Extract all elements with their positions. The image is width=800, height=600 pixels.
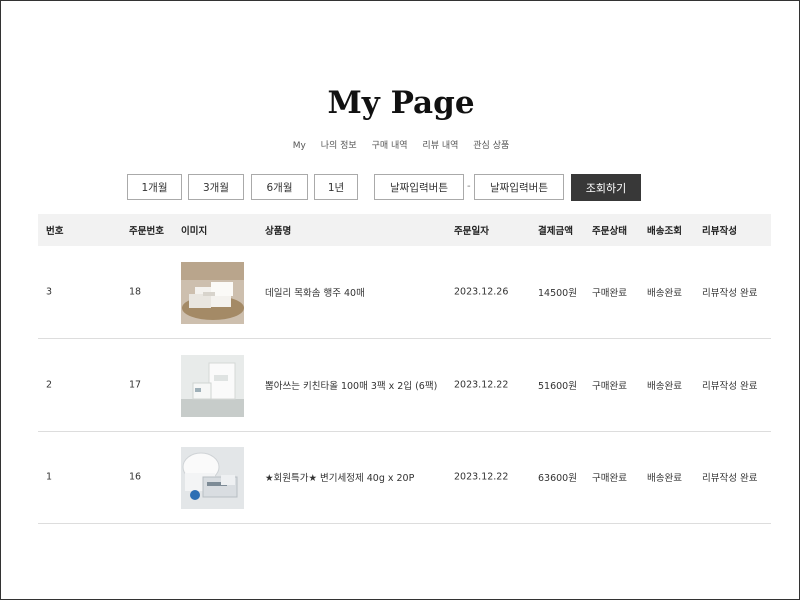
header-review: 리뷰작성 xyxy=(702,226,737,237)
product-name[interactable]: ★회원특가★ 변기세정제 40g x 20P xyxy=(265,470,414,484)
header-order-status: 주문상태 xyxy=(592,226,627,237)
order-status: 구매완료 xyxy=(592,381,627,392)
towel-product-image[interactable] xyxy=(181,262,244,324)
order-date: 2023.12.26 xyxy=(454,286,509,298)
header-amount: 결제금액 xyxy=(538,226,573,237)
header-order-date: 주문일자 xyxy=(454,226,489,237)
product-name[interactable]: 뽑아쓰는 키친타올 100매 3팩 x 2입 (6팩) xyxy=(265,378,437,392)
payment-amount: 63600원 xyxy=(538,473,577,484)
header-number: 번호 xyxy=(46,226,64,237)
row-number: 1 xyxy=(46,471,53,483)
subnav-wishlist[interactable]: 관심 상품 xyxy=(473,141,509,151)
header-product-name: 상품명 xyxy=(265,226,292,237)
sub-navigation: My 나의 정보 구매 내역 리뷰 내역 관심 상품 xyxy=(1,138,800,151)
order-status: 구매완료 xyxy=(592,288,627,299)
table-row: 3 18 데일리 목화솜 행주 40매 2023.12.26 14500원 구매… xyxy=(38,246,771,339)
table-header: 번호 주문번호 이미지 상품명 주문일자 결제금액 주문상태 배송조회 리뷰작성 xyxy=(38,214,771,246)
subnav-my[interactable]: My xyxy=(293,141,306,151)
search-button[interactable]: 조회하기 xyxy=(571,174,641,201)
row-number: 2 xyxy=(46,379,53,391)
start-date-input[interactable]: 날짜입력버튼 xyxy=(374,174,464,200)
order-number: 18 xyxy=(129,286,142,298)
order-number: 17 xyxy=(129,379,142,391)
order-date: 2023.12.22 xyxy=(454,471,509,483)
header-image: 이미지 xyxy=(181,226,208,237)
period-1-year-button[interactable]: 1년 xyxy=(314,174,358,200)
header-shipping: 배송조회 xyxy=(647,226,682,237)
shipping-status[interactable]: 배송완료 xyxy=(647,378,682,392)
kitchen-towel-product-image[interactable] xyxy=(181,355,244,417)
period-6-month-button[interactable]: 6개월 xyxy=(251,174,308,200)
payment-amount: 14500원 xyxy=(538,288,577,299)
order-status: 구매완료 xyxy=(592,473,627,484)
order-number: 16 xyxy=(129,471,142,483)
review-status[interactable]: 리뷰작성 완료 xyxy=(702,285,757,299)
subnav-my-info[interactable]: 나의 정보 xyxy=(321,141,357,151)
toilet-cleaner-product-image[interactable] xyxy=(181,447,244,509)
page-frame: My Page My 나의 정보 구매 내역 리뷰 내역 관심 상품 1개월 3… xyxy=(0,0,800,600)
table-row: 2 17 뽑아쓰는 키친타올 100매 3팩 x 2입 (6팩) 2023.12… xyxy=(38,339,771,432)
payment-amount: 51600원 xyxy=(538,381,577,392)
end-date-input[interactable]: 날짜입력버튼 xyxy=(474,174,564,200)
row-number: 3 xyxy=(46,286,53,298)
page-title: My Page xyxy=(327,85,475,121)
order-date: 2023.12.22 xyxy=(454,379,509,391)
product-name[interactable]: 데일리 목화솜 행주 40매 xyxy=(265,285,365,299)
period-3-month-button[interactable]: 3개월 xyxy=(188,174,244,200)
shipping-status[interactable]: 배송완료 xyxy=(647,285,682,299)
review-status[interactable]: 리뷰작성 완료 xyxy=(702,470,757,484)
period-1-month-button[interactable]: 1개월 xyxy=(127,174,182,200)
header-order-number: 주문번호 xyxy=(129,226,164,237)
date-separator: - xyxy=(467,181,471,192)
table-row: 1 16 ★회원특가★ 변기세정제 40g x 20P 2023.12.22 6… xyxy=(38,431,771,524)
review-status[interactable]: 리뷰작성 완료 xyxy=(702,378,757,392)
subnav-purchase-history[interactable]: 구매 내역 xyxy=(372,141,408,151)
shipping-status[interactable]: 배송완료 xyxy=(647,470,682,484)
subnav-review-history[interactable]: 리뷰 내역 xyxy=(422,141,458,151)
